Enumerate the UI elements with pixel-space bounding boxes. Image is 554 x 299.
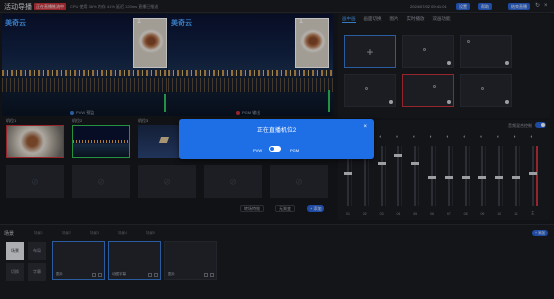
modal-title: 正在直播机位2 (256, 128, 297, 134)
live-switch-modal: 正在直播机位2 × PVW PGM (179, 119, 374, 159)
modal-pvw-label: PVW (253, 148, 263, 153)
close-icon[interactable]: × (363, 124, 367, 130)
modal-pgm-label: PGM (290, 148, 300, 153)
pvw-pgm-toggle[interactable] (269, 146, 281, 152)
